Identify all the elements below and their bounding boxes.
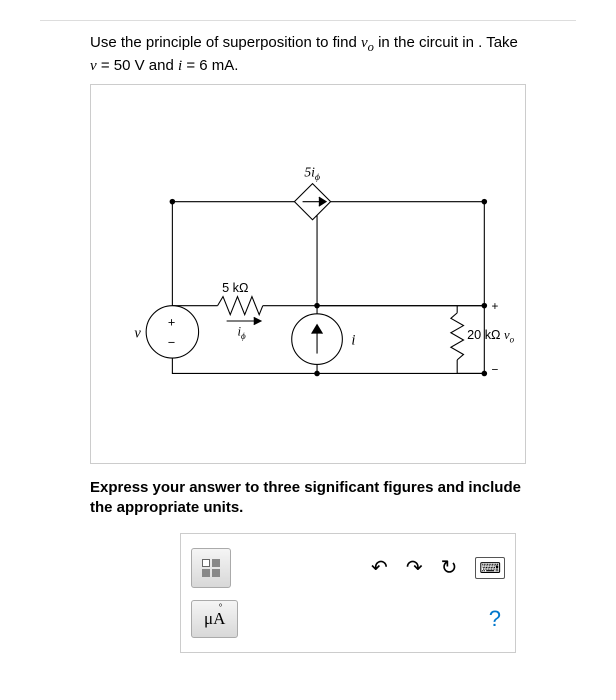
units-row: μA ° ? xyxy=(191,600,505,638)
template-button[interactable] xyxy=(191,548,231,588)
text: = 50 V and xyxy=(97,57,178,74)
reset-icon[interactable]: ↻ xyxy=(441,555,458,580)
undo-icon[interactable]: ↶ xyxy=(371,555,388,580)
var-v: v xyxy=(90,58,97,74)
svg-text:+: + xyxy=(168,316,175,330)
svg-text:5 kΩ: 5 kΩ xyxy=(222,281,248,295)
svg-text:−: − xyxy=(492,364,499,377)
circuit-diagram: + − + − xyxy=(90,84,526,464)
redo-icon[interactable]: ↷ xyxy=(406,555,423,580)
svg-text:−: − xyxy=(168,335,175,349)
svg-text:v: v xyxy=(134,325,141,341)
var-vo: vo xyxy=(361,35,374,51)
answer-input-container: ↶ ↷ ↻ ⌨ μA ° ? xyxy=(180,533,516,653)
answer-toolbar: ↶ ↷ ↻ ⌨ xyxy=(191,544,505,600)
text: Use the principle of superposition to fi… xyxy=(90,34,361,51)
problem-statement: Use the principle of superposition to fi… xyxy=(90,33,526,76)
help-icon[interactable]: ? xyxy=(489,606,505,632)
svg-text:+: + xyxy=(492,300,499,313)
top-divider xyxy=(40,20,576,21)
keyboard-icon[interactable]: ⌨ xyxy=(475,557,505,579)
template-icon xyxy=(202,559,220,577)
ring-icon: ° xyxy=(219,602,223,612)
svg-text:20 kΩ vo: 20 kΩ vo xyxy=(467,328,514,345)
svg-text:5iϕ: 5iϕ xyxy=(304,164,320,183)
svg-text:i: i xyxy=(351,333,355,349)
text: in the circuit in . Take xyxy=(374,34,518,51)
svg-text:iϕ: iϕ xyxy=(237,325,246,342)
units-button[interactable]: μA ° xyxy=(191,600,238,638)
instructions: Express your answer to three significant… xyxy=(90,478,526,519)
text: = 6 mA. xyxy=(182,57,238,74)
